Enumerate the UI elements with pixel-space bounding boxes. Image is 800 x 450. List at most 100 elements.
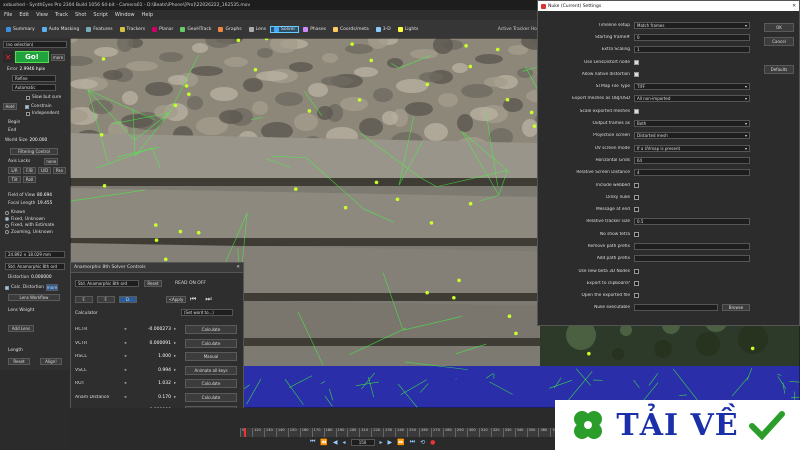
defaults-button[interactable]: Defaults: [764, 65, 794, 74]
play-reverse-icon[interactable]: ◀: [333, 439, 338, 446]
fy-button[interactable]: F.: [97, 296, 115, 303]
settings-text-field[interactable]: [634, 255, 750, 263]
room-tab-3-d[interactable]: 3-D: [373, 26, 394, 32]
param-key-icon[interactable]: ◂: [124, 327, 138, 332]
menu-item-track[interactable]: Track: [55, 12, 68, 18]
menu-item-script[interactable]: Script: [93, 12, 108, 18]
lens-param-action-button[interactable]: Calculate: [185, 338, 237, 348]
axis-lock-tilt[interactable]: Tilt: [8, 176, 21, 183]
reset-button[interactable]: Reset: [8, 358, 30, 365]
room-tab-lights[interactable]: Lights: [395, 26, 422, 32]
axis-lock-l-r[interactable]: L/R: [8, 167, 21, 174]
lens-param-action-button[interactable]: Animate all keys: [185, 365, 237, 375]
lens-option-row[interactable]: Known: [5, 210, 54, 215]
param-key-icon[interactable]: ◂: [124, 381, 138, 386]
room-tab-features[interactable]: Features: [83, 26, 115, 32]
lens-option-radio[interactable]: [5, 223, 9, 228]
lens-param-value[interactable]: 0.000091: [141, 341, 171, 346]
room-tab-lens[interactable]: Lens: [246, 26, 269, 32]
room-tab-coords-meta[interactable]: Coords/meta: [330, 26, 372, 32]
apply-button[interactable]: <Apply: [166, 296, 186, 303]
axis-lock-f-b[interactable]: F/B: [23, 167, 36, 174]
settings-checkbox[interactable]: [634, 108, 639, 114]
solve-mode-dropdown[interactable]: Refine: [12, 75, 56, 82]
lens-option-row[interactable]: Zooming, Unknown: [5, 230, 54, 235]
lens-model-dropdown[interactable]: Std. Anamorphic 8th ord: [5, 263, 65, 270]
axis-lock-roll[interactable]: Roll: [23, 176, 36, 183]
calc-distortion-checkbox[interactable]: [5, 285, 9, 290]
last-frame-icon[interactable]: ⏭: [205, 295, 211, 304]
back-plate-field[interactable]: 24.892 × 18.029 mm: [5, 251, 65, 258]
settings-checkbox[interactable]: [634, 268, 639, 274]
settings-dropdown[interactable]: If a UVmap is present ▾: [634, 144, 750, 152]
anamorphic-reset-button[interactable]: Reset: [144, 280, 162, 287]
menu-item-help[interactable]: Help: [142, 12, 153, 18]
room-tab-solver[interactable]: Solver: [270, 25, 300, 33]
settings-checkbox[interactable]: [634, 207, 639, 213]
add-lens-button[interactable]: Add Lens: [8, 325, 34, 332]
param-next-icon[interactable]: ▸: [174, 341, 182, 346]
frame-number-field[interactable]: 150: [350, 438, 375, 446]
settings-dropdown[interactable]: Distorted mesh ▾: [634, 132, 750, 140]
axis-lock-u-d[interactable]: U/D: [38, 167, 51, 174]
playhead[interactable]: [244, 428, 246, 437]
settings-text-field[interactable]: 4: [634, 169, 750, 177]
lens-option-radio[interactable]: [5, 230, 9, 234]
settings-dropdown[interactable]: All non-imported ▾: [634, 95, 750, 103]
lens-param-action-button[interactable]: Calculate: [185, 379, 237, 389]
distortion-value[interactable]: 0.000000: [31, 275, 52, 280]
menu-item-shot[interactable]: Shot: [75, 12, 86, 18]
cancel-button[interactable]: Cancel: [764, 37, 794, 46]
room-tab-summary[interactable]: Summary: [3, 26, 38, 32]
lens-workflow-button[interactable]: Lens Workflow: [8, 294, 60, 301]
step-back-icon[interactable]: ◂: [343, 439, 346, 446]
lens-param-value[interactable]: 1.032: [141, 381, 171, 386]
param-next-icon[interactable]: ▸: [174, 354, 182, 359]
room-tab-phases[interactable]: Phases: [300, 26, 329, 32]
distortion-more-button[interactable]: more: [45, 284, 58, 291]
prev-key-icon[interactable]: ⏪: [320, 439, 327, 446]
room-tab-auto-masking[interactable]: Auto Masking: [39, 26, 82, 32]
filtering-control-button[interactable]: Filtering Control: [10, 148, 58, 155]
anamorphic-mode-dropdown[interactable]: Std. Anamorphic 8th ord: [75, 280, 139, 287]
room-tab-graphs[interactable]: Graphs: [215, 26, 244, 32]
settings-dropdown[interactable]: Match frames ▾: [634, 21, 750, 29]
loop-icon[interactable]: ⟲: [420, 439, 425, 446]
settings-checkbox[interactable]: [634, 293, 639, 299]
settings-dropdown[interactable]: Both ▾: [634, 120, 750, 128]
lens-option-radio[interactable]: [5, 217, 9, 221]
param-key-icon[interactable]: ◂: [124, 395, 138, 400]
settings-text-field[interactable]: 64: [634, 156, 750, 164]
solver-selection-dropdown[interactable]: (no selection): [3, 41, 67, 48]
constrain-checkbox[interactable]: [25, 104, 29, 109]
axis-lock-pan[interactable]: Pan: [53, 167, 66, 174]
focal-length-value[interactable]: 19.455: [37, 201, 52, 206]
slow-sure-checkbox[interactable]: [26, 95, 30, 100]
more-button[interactable]: more: [51, 53, 65, 61]
step-forward-icon[interactable]: ▸: [380, 439, 383, 446]
lens-param-value[interactable]: 1.000: [141, 354, 171, 359]
fov-value[interactable]: 80.694: [37, 193, 52, 198]
lens-param-value[interactable]: 0.170: [141, 395, 171, 400]
axis-locks-none-button[interactable]: none: [44, 158, 59, 165]
param-next-icon[interactable]: ▸: [174, 368, 182, 373]
read-on-off-label[interactable]: READ ON OFF: [175, 281, 206, 286]
param-key-icon[interactable]: ◂: [124, 354, 138, 359]
param-next-icon[interactable]: ▸: [174, 381, 182, 386]
settings-checkbox[interactable]: [634, 182, 639, 188]
set-word-dropdown[interactable]: (Set word to...): [181, 309, 233, 316]
settings-text-field[interactable]: 0.5: [634, 218, 750, 226]
menu-item-window[interactable]: Window: [115, 12, 135, 18]
hold-button[interactable]: Hold: [3, 103, 17, 110]
settings-checkbox[interactable]: [634, 59, 639, 65]
tracker-mode-dropdown[interactable]: Automatic: [12, 84, 56, 91]
stop-icon[interactable]: ✕: [3, 51, 13, 63]
param-next-icon[interactable]: ▸: [174, 395, 182, 400]
lens-option-radio[interactable]: [5, 210, 9, 215]
room-tab-trackers[interactable]: Trackers: [117, 26, 149, 32]
settings-dropdown[interactable]: TIFF ▾: [634, 83, 750, 91]
room-tab-geohtrack[interactable]: GeoHTrack: [177, 26, 214, 32]
param-next-icon[interactable]: ▸: [174, 327, 182, 332]
ok-button[interactable]: OK: [764, 23, 794, 32]
record-icon[interactable]: ●: [430, 439, 435, 446]
